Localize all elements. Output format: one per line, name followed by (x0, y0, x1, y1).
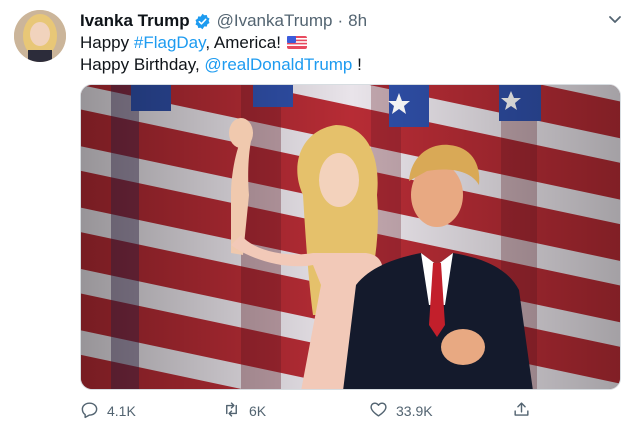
share-button[interactable] (512, 400, 531, 422)
retweet-button[interactable]: 6K (222, 400, 266, 422)
text-segment: Happy Birthday, (80, 55, 205, 74)
text-segment: ! (352, 55, 362, 74)
us-flag-emoji (286, 34, 307, 49)
heart-icon (369, 400, 388, 422)
tweet: Ivanka Trump @IvankaTrump · 8h Happy #Fl… (0, 0, 640, 427)
retweet-count: 6K (249, 403, 267, 419)
tweet-header: Ivanka Trump @IvankaTrump · 8h (80, 10, 367, 32)
like-count: 33.9K (396, 403, 433, 419)
reply-count: 4.1K (107, 403, 136, 419)
verified-badge-icon (194, 13, 211, 30)
tweet-photo[interactable] (80, 84, 621, 390)
hashtag-link[interactable]: #FlagDay (134, 33, 206, 52)
text-segment: Happy (80, 33, 134, 52)
text-segment: , America! (205, 33, 281, 52)
reply-icon (80, 400, 99, 422)
retweet-icon (222, 400, 241, 422)
chevron-down-icon[interactable] (604, 8, 626, 30)
avatar[interactable] (14, 10, 66, 62)
author-name[interactable]: Ivanka Trump (80, 11, 190, 31)
like-button[interactable]: 33.9K (369, 400, 433, 422)
separator-dot: · (337, 11, 344, 30)
tweet-actions: 4.1K 6K 33.9K (80, 400, 621, 422)
tweet-text-line-2: Happy Birthday, @realDonaldTrump ! (80, 55, 362, 75)
tweet-text-line-1: Happy #FlagDay, America! (80, 33, 307, 53)
tweet-timestamp[interactable]: 8h (348, 11, 367, 31)
mention-link[interactable]: @realDonaldTrump (204, 55, 352, 74)
share-icon (512, 400, 531, 422)
author-handle[interactable]: @IvankaTrump (217, 11, 333, 31)
reply-button[interactable]: 4.1K (80, 400, 136, 422)
